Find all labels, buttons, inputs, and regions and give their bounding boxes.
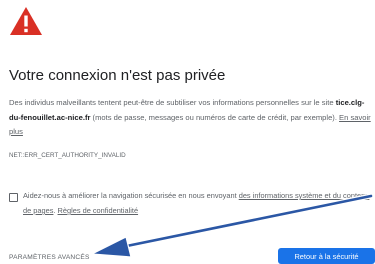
warning-description: Des individus malveillants tentent peut-… — [9, 96, 373, 140]
back-to-safety-button[interactable]: Retour à la sécurité — [278, 248, 375, 264]
description-text-2: (mots de passe, messages ou numéros de c… — [90, 112, 340, 122]
warning-triangle-icon — [10, 7, 42, 35]
privacy-policy-link[interactable]: Règles de confidentialité — [58, 206, 139, 215]
checkbox-text-1: Aidez-nous à améliorer la navigation séc… — [23, 191, 239, 200]
report-checkbox[interactable] — [9, 193, 18, 202]
report-checkbox-label: Aidez-nous à améliorer la navigation séc… — [23, 188, 373, 218]
page-title: Votre connexion n'est pas privée — [9, 67, 226, 84]
error-code: NET::ERR_CERT_AUTHORITY_INVALID — [9, 152, 126, 159]
description-text-1: Des individus malveillants tentent peut-… — [9, 98, 336, 107]
advanced-settings-link[interactable]: PARAMÈTRES AVANCÉS — [9, 254, 90, 261]
